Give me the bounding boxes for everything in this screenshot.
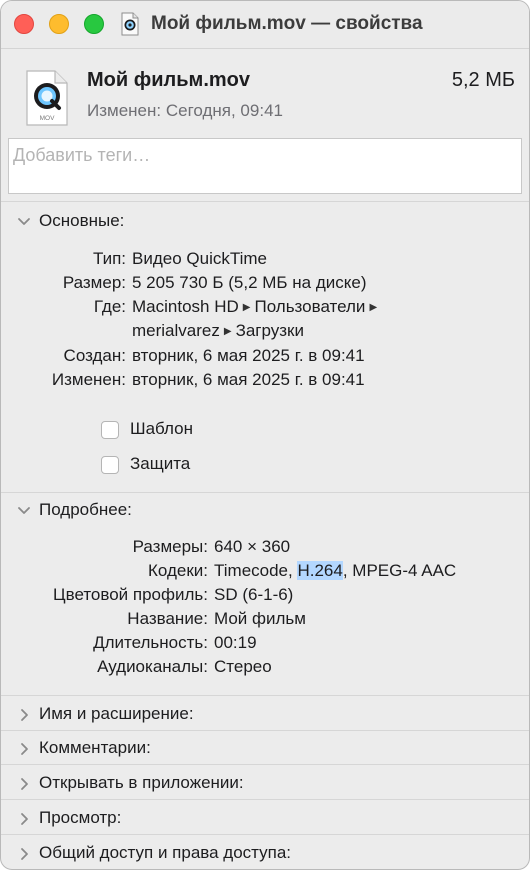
section-preview-title: Просмотр: (39, 808, 122, 827)
zoom-button[interactable] (84, 14, 104, 34)
row-label: Название: (127, 609, 208, 628)
codec-text: , MPEG-4 AAC (342, 561, 457, 580)
section-more-info-title: Подробнее: (39, 500, 132, 519)
divider (1, 834, 529, 835)
row-value: вторник, 6 мая 2025 г. в 09:41 (132, 346, 365, 365)
info-window: Мой фильм.mov — свойства MOV Мой фильм.m… (0, 0, 530, 870)
section-comments-header[interactable]: Комментарии: (1, 738, 529, 766)
path-user[interactable]: merialvarez (132, 321, 220, 340)
section-open-with-title: Открывать в приложении: (39, 773, 244, 792)
row-label: Аудиоканалы: (97, 657, 208, 676)
path-users[interactable]: Пользователи (254, 297, 365, 316)
codec-text: Timecode, (214, 561, 298, 580)
stationery-label[interactable]: Шаблон (130, 419, 193, 439)
row-value: 00:19 (214, 633, 257, 652)
info-row-modified: Изменен: вторник, 6 мая 2025 г. в 09:41 (1, 370, 529, 394)
row-label: Создан: (63, 346, 126, 365)
row-value: 5 205 730 Б (5,2 МБ на диске) (132, 273, 367, 292)
divider (1, 492, 529, 493)
info-row-dimensions: Размеры: 640 × 360 (1, 537, 529, 561)
path-arrow-icon: ▶ (242, 302, 251, 313)
row-label: Изменен: (51, 370, 126, 389)
movie-file-icon (121, 12, 139, 36)
row-value: Мой фильм (214, 609, 306, 628)
info-row-codecs: Кодеки: Timecode, H.264, MPEG-4 AAC (1, 561, 529, 585)
divider (1, 764, 529, 765)
file-size: 5,2 МБ (451, 69, 515, 91)
chevron-down-icon[interactable] (17, 504, 31, 518)
section-sharing-permissions-header[interactable]: Общий доступ и права доступа: (1, 843, 529, 869)
section-preview-header[interactable]: Просмотр: (1, 808, 529, 836)
path-line-1: Macintosh HD ▶ Пользователи ▶ (132, 297, 381, 317)
info-row-audio-channels: Аудиоканалы: Стерео (1, 657, 529, 681)
section-sharing-permissions-title: Общий доступ и права доступа: (39, 843, 292, 862)
divider (1, 201, 529, 202)
row-label: Размер: (62, 273, 126, 292)
path-downloads[interactable]: Загрузки (236, 321, 304, 340)
title-bar[interactable]: Мой фильм.mov — свойства (1, 1, 529, 49)
section-more-info-header[interactable]: Подробнее: (1, 500, 529, 528)
minimize-button[interactable] (49, 14, 69, 34)
tags-placeholder: Добавить теги… (13, 145, 151, 165)
row-label: Цветовой профиль: (53, 585, 208, 604)
divider (1, 695, 529, 696)
locked-label[interactable]: Защита (130, 454, 190, 474)
path-line-2: merialvarez ▶ Загрузки (132, 321, 304, 341)
info-row-where: Где: Macintosh HD ▶ Пользователи ▶ merialva… (1, 297, 529, 345)
info-row-size: Размер: 5 205 730 Б (5,2 МБ на диске) (1, 273, 529, 297)
svg-text:MOV: MOV (40, 115, 55, 122)
row-value: SD (6-1-6) (214, 585, 294, 604)
window-title: Мой фильм.mov — свойства (151, 13, 423, 34)
info-row-type: Тип: Видео QuickTime (1, 249, 529, 273)
row-label: Размеры: (132, 537, 208, 556)
divider (1, 799, 529, 800)
row-value: 640 × 360 (214, 537, 291, 556)
chevron-right-icon[interactable] (17, 777, 31, 791)
file-name: Мой фильм.mov (87, 69, 250, 91)
path-arrow-icon: ▶ (369, 302, 378, 313)
row-label: Длительность: (93, 633, 208, 652)
row-value: Видео QuickTime (132, 249, 267, 268)
row-value: Стерео (214, 657, 272, 676)
chevron-right-icon[interactable] (17, 847, 31, 861)
section-comments-title: Комментарии: (39, 738, 151, 757)
selected-codec-text[interactable]: H.264 (297, 561, 343, 580)
section-general-header[interactable]: Основные: (1, 211, 529, 239)
chevron-right-icon[interactable] (17, 812, 31, 826)
locked-checkbox[interactable] (101, 456, 119, 474)
chevron-right-icon[interactable] (17, 708, 31, 722)
divider (1, 730, 529, 731)
row-value: вторник, 6 мая 2025 г. в 09:41 (132, 370, 365, 389)
info-row-created: Создан: вторник, 6 мая 2025 г. в 09:41 (1, 346, 529, 370)
stationery-checkbox[interactable] (101, 421, 119, 439)
section-name-extension-header[interactable]: Имя и расширение: (1, 704, 529, 732)
quicktime-file-icon: MOV (26, 70, 68, 126)
file-header: MOV Мой фильм.mov 5,2 МБ Изменен: Сегодн… (1, 49, 529, 135)
tags-field[interactable]: Добавить теги… (8, 138, 522, 194)
section-general-title: Основные: (39, 211, 125, 230)
info-row-duration: Длительность: 00:19 (1, 633, 529, 657)
info-row-color-profile: Цветовой профиль: SD (6-1-6) (1, 585, 529, 609)
row-label: Кодеки: (147, 561, 208, 580)
section-open-with-header[interactable]: Открывать в приложении: (1, 773, 529, 801)
modified-date: Изменен: Сегодня, 09:41 (87, 101, 283, 120)
path-arrow-icon: ▶ (223, 326, 232, 337)
chevron-down-icon[interactable] (17, 215, 31, 229)
info-row-title: Название: Мой фильм (1, 609, 529, 633)
row-label: Где: (93, 297, 126, 316)
chevron-right-icon[interactable] (17, 742, 31, 756)
row-value: Timecode, H.264, MPEG-4 AAC (214, 561, 456, 581)
path-volume[interactable]: Macintosh HD (132, 297, 239, 316)
close-button[interactable] (14, 14, 34, 34)
section-name-extension-title: Имя и расширение: (39, 704, 194, 723)
row-label: Тип: (92, 249, 126, 268)
